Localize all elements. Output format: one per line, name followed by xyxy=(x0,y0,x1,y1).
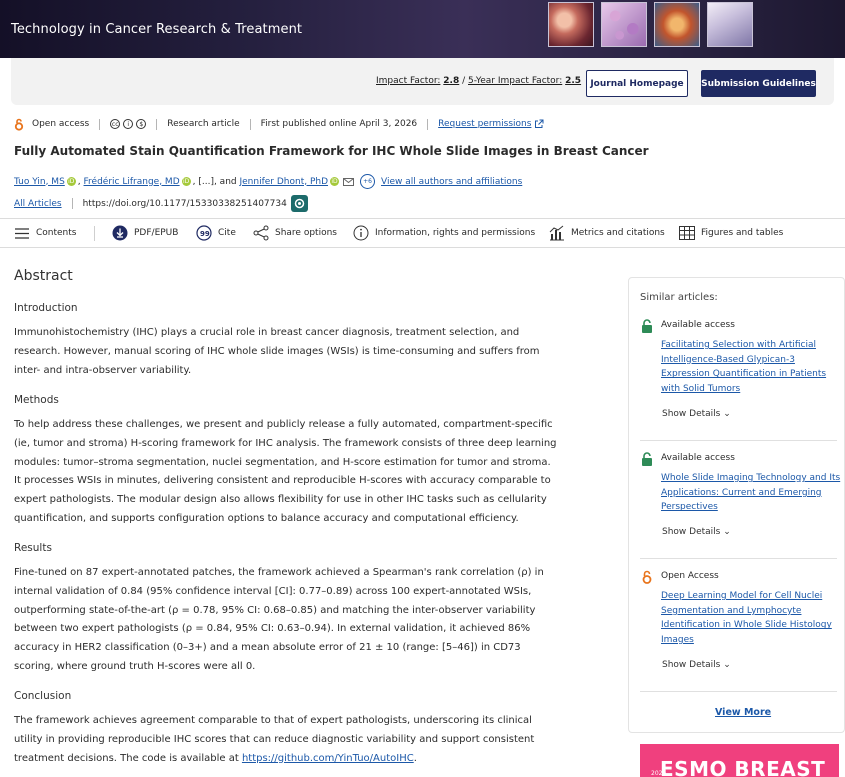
author-link[interactable]: Jennifer Dhont, PhD xyxy=(239,177,328,187)
cover-image-tumor xyxy=(654,2,700,47)
results-heading: Results xyxy=(14,542,52,554)
chevron-down-icon: ⌄ xyxy=(723,527,731,537)
orcid-icon[interactable]: iD xyxy=(330,177,340,186)
cover-image-scanner xyxy=(707,2,753,47)
more-authors-button[interactable]: +6 xyxy=(360,174,376,189)
conclusion-heading: Conclusion xyxy=(14,690,72,702)
results-text: Fine-tuned on 87 expert-annotated patche… xyxy=(14,567,544,672)
article-meta: Open access cc i $ Research article First … xyxy=(14,116,544,132)
journal-banner: Technology in Cancer Research & Treatmen… xyxy=(0,0,845,58)
access-label: Open access xyxy=(32,119,90,129)
article-title: Fully Automated Stain Quantification Fra… xyxy=(14,144,649,158)
list-icon xyxy=(14,225,30,241)
introduction-text: Immunohistochemistry (IHC) plays a cruci… xyxy=(14,327,540,376)
journal-homepage-button[interactable]: Journal Homepage xyxy=(586,70,688,97)
info-icon xyxy=(353,225,369,241)
doi-row: All Articles https://doi.org/10.1177/153… xyxy=(14,195,308,212)
published-date: First published online April 3, 2026 xyxy=(260,119,418,129)
download-icon xyxy=(112,225,128,241)
external-link-icon xyxy=(535,119,544,128)
unlocked-icon xyxy=(642,452,652,466)
cover-image-cells xyxy=(601,2,647,47)
bar-chart-icon xyxy=(549,225,565,241)
request-permissions-link[interactable]: Request permissions xyxy=(438,119,531,129)
code-link[interactable]: https://github.com/YinTuo/AutoIHC xyxy=(242,753,414,764)
abstract-heading: Abstract xyxy=(14,268,73,284)
show-details-button[interactable]: Show Details ⌄ xyxy=(662,409,731,419)
show-details-button[interactable]: Show Details ⌄ xyxy=(662,660,731,670)
submission-guidelines-button[interactable]: Submission Guidelines xyxy=(701,70,816,97)
journal-title[interactable]: Technology in Cancer Research & Treatmen… xyxy=(11,22,302,37)
author-link[interactable]: Tuo Yin, MS xyxy=(14,177,65,187)
share-options-button[interactable]: Share options xyxy=(253,219,337,247)
similar-article-link[interactable]: Deep Learning Model for Cell Nuclei Segm… xyxy=(661,589,841,648)
access-status: Available access xyxy=(661,453,735,463)
contents-button[interactable]: Contents xyxy=(14,219,76,247)
impact-factor[interactable]: Impact Factor: 2.8 / 5-Year Impact Facto… xyxy=(376,76,581,86)
chevron-down-icon: ⌄ xyxy=(723,409,731,419)
email-icon[interactable] xyxy=(343,177,355,186)
access-status: Available access xyxy=(661,320,735,330)
cite-button[interactable]: 99 Cite xyxy=(196,219,236,247)
cc-icon: cc xyxy=(110,119,121,129)
metrics-button[interactable]: Metrics and citations xyxy=(549,219,665,247)
similar-article-link[interactable]: Whole Slide Imaging Technology and Its A… xyxy=(661,471,841,515)
license-icons[interactable]: cc i $ xyxy=(110,119,147,129)
article-type: Research article xyxy=(167,119,240,129)
orcid-icon[interactable]: iD xyxy=(66,177,76,186)
table-icon xyxy=(679,225,695,241)
doi-text[interactable]: https://doi.org/10.1177/1533033825140773… xyxy=(83,199,287,209)
figures-tables-button[interactable]: Figures and tables xyxy=(679,219,783,247)
orcid-icon[interactable]: iD xyxy=(181,177,191,186)
chevron-down-icon: ⌄ xyxy=(723,660,731,670)
unlocked-icon xyxy=(642,319,652,333)
introduction-heading: Introduction xyxy=(14,302,78,314)
pdf-epub-button[interactable]: PDF/EPUB xyxy=(112,219,178,247)
cover-image-dna xyxy=(548,2,594,47)
svg-text:99: 99 xyxy=(200,230,210,238)
nc-icon: $ xyxy=(136,119,147,129)
esmo-advertisement[interactable]: 2026 ESMO BREAST xyxy=(640,744,839,777)
conclusion-text: The framework achieves agreement compara… xyxy=(14,715,535,764)
all-articles-link[interactable]: All Articles xyxy=(14,199,62,209)
author-list: Tuo Yin, MS iD , Frédéric Lifrange, MD i… xyxy=(14,174,522,189)
article-toolbar: Contents PDF/EPUB 99 Cite Share options … xyxy=(0,218,845,248)
information-button[interactable]: Information, rights and permissions xyxy=(353,219,535,247)
view-all-authors-link[interactable]: View all authors and affiliations xyxy=(381,177,522,187)
similar-articles-heading: Similar articles: xyxy=(640,292,718,303)
similar-article-link[interactable]: Facilitating Selection with Artificial I… xyxy=(661,338,841,397)
share-icon xyxy=(253,225,269,241)
open-access-icon xyxy=(642,570,652,584)
access-status: Open Access xyxy=(661,571,719,581)
methods-heading: Methods xyxy=(14,394,59,406)
by-icon: i xyxy=(123,119,134,129)
methods-text: To help address these challenges, we pre… xyxy=(14,419,557,524)
crossmark-icon[interactable] xyxy=(290,195,308,212)
author-link[interactable]: Frédéric Lifrange, MD xyxy=(84,177,180,187)
quote-icon: 99 xyxy=(196,225,212,241)
show-details-button[interactable]: Show Details ⌄ xyxy=(662,527,731,537)
view-more-link[interactable]: View More xyxy=(715,707,771,718)
open-access-icon xyxy=(14,118,24,131)
